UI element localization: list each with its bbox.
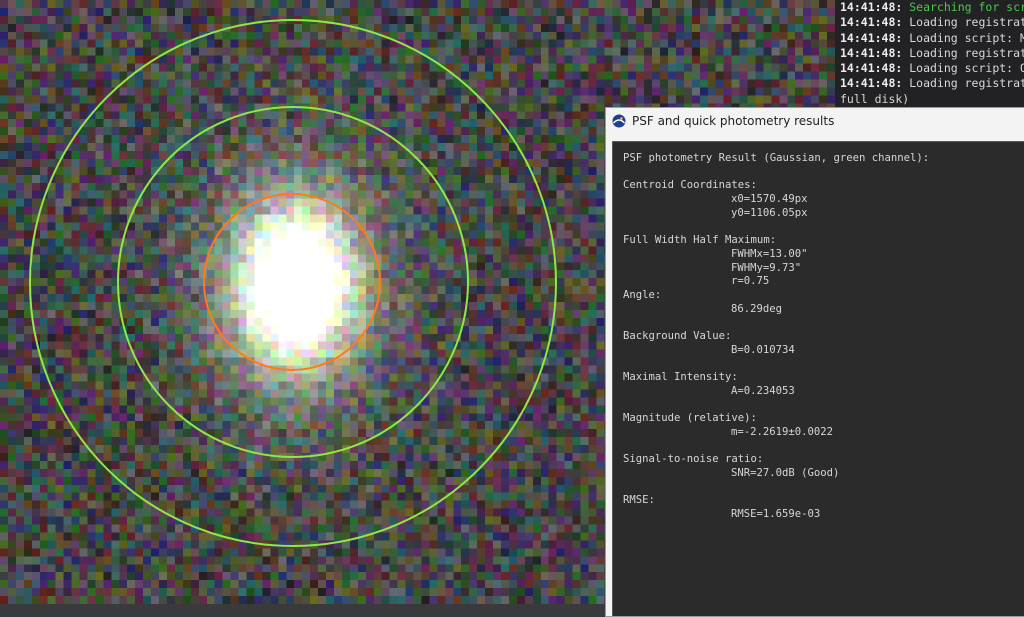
- result-value: m=-2.2619±0.0022: [731, 425, 834, 438]
- log-timestamp: 14:41:48:: [840, 45, 903, 60]
- result-value: B=0.010734: [731, 343, 795, 356]
- result-label: RMSE:: [623, 494, 655, 507]
- outer-annulus-circle: [29, 19, 557, 547]
- result-value: FWHMy=9.73": [731, 261, 802, 274]
- result-value: A=0.234053: [731, 384, 795, 397]
- aperture-circle: [203, 193, 381, 371]
- log-timestamp: 14:41:48:: [840, 0, 903, 14]
- log-line: full disk): [840, 92, 1024, 107]
- psf-window-title: PSF and quick photometry results: [632, 114, 835, 128]
- log-line: 14:41:48: Loading registrati: [840, 76, 1024, 91]
- siril-icon: [612, 114, 626, 128]
- log-line: 14:41:48: Loading registrati: [840, 15, 1024, 30]
- result-label: Centroid Coordinates:: [623, 179, 757, 192]
- psf-window-titlebar[interactable]: PSF and quick photometry results: [606, 108, 1024, 134]
- result-label: [623, 166, 1024, 180]
- result-label: [623, 398, 1024, 412]
- log-message: Loading script: OS: [902, 61, 1024, 76]
- result-value: x0=1570.49px: [731, 193, 808, 206]
- log-timestamp: 14:41:48:: [840, 30, 903, 45]
- inner-annulus-circle: [117, 106, 469, 458]
- log-timestamp: 14:41:48:: [840, 76, 903, 91]
- log-line: 14:41:48: Loading script: OS: [840, 61, 1024, 76]
- log-message: Loading script: Mo: [902, 30, 1024, 45]
- result-label: Magnitude (relative):: [623, 412, 757, 425]
- log-line: 14:41:48: Loading registrati: [840, 46, 1024, 61]
- result-value: 86.29deg: [731, 302, 783, 315]
- log-message: Loading registrati: [902, 15, 1024, 30]
- result-label: PSF photometry Result (Gaussian, green c…: [623, 152, 930, 164]
- result-label: Background Value:: [623, 329, 732, 342]
- result-value: r=0.75: [731, 275, 770, 288]
- result-label: Angle:: [623, 288, 662, 301]
- result-value: RMSE=1.659e-03: [731, 507, 821, 520]
- log-timestamp: 14:41:48:: [840, 61, 903, 76]
- result-label: [623, 481, 1024, 495]
- log-panel: 14:41:48: Searching for scr 14:41:48: Loa…: [835, 0, 1024, 110]
- result-label: Full Width Half Maximum:: [623, 234, 777, 247]
- result-label: [623, 316, 1024, 330]
- result-value: FWHMx=13.00": [731, 247, 808, 260]
- log-message: Loading registrati: [902, 76, 1024, 91]
- log-message: full disk): [840, 91, 910, 106]
- result-label: [623, 220, 1024, 234]
- result-label: Maximal Intensity:: [623, 371, 738, 383]
- psf-results-window[interactable]: PSF and quick photometry results PSF pho…: [605, 107, 1024, 617]
- log-message: Loading registrati: [902, 45, 1024, 60]
- result-label: [623, 439, 1024, 453]
- log-line: 14:41:48: Loading script: Mo: [840, 31, 1024, 46]
- log-timestamp: 14:41:48:: [840, 15, 903, 30]
- log-message: Searching for scr: [902, 0, 1024, 14]
- log-line: 14:41:48: Searching for scr: [840, 0, 1024, 15]
- result-label: [623, 357, 1024, 371]
- result-value: SNR=27.0dB (Good): [731, 466, 840, 479]
- result-label: Signal-to-noise ratio:: [623, 453, 764, 466]
- result-value: y0=1106.05px: [731, 206, 808, 219]
- psf-results-text[interactable]: PSF photometry Result (Gaussian, green c…: [612, 141, 1024, 616]
